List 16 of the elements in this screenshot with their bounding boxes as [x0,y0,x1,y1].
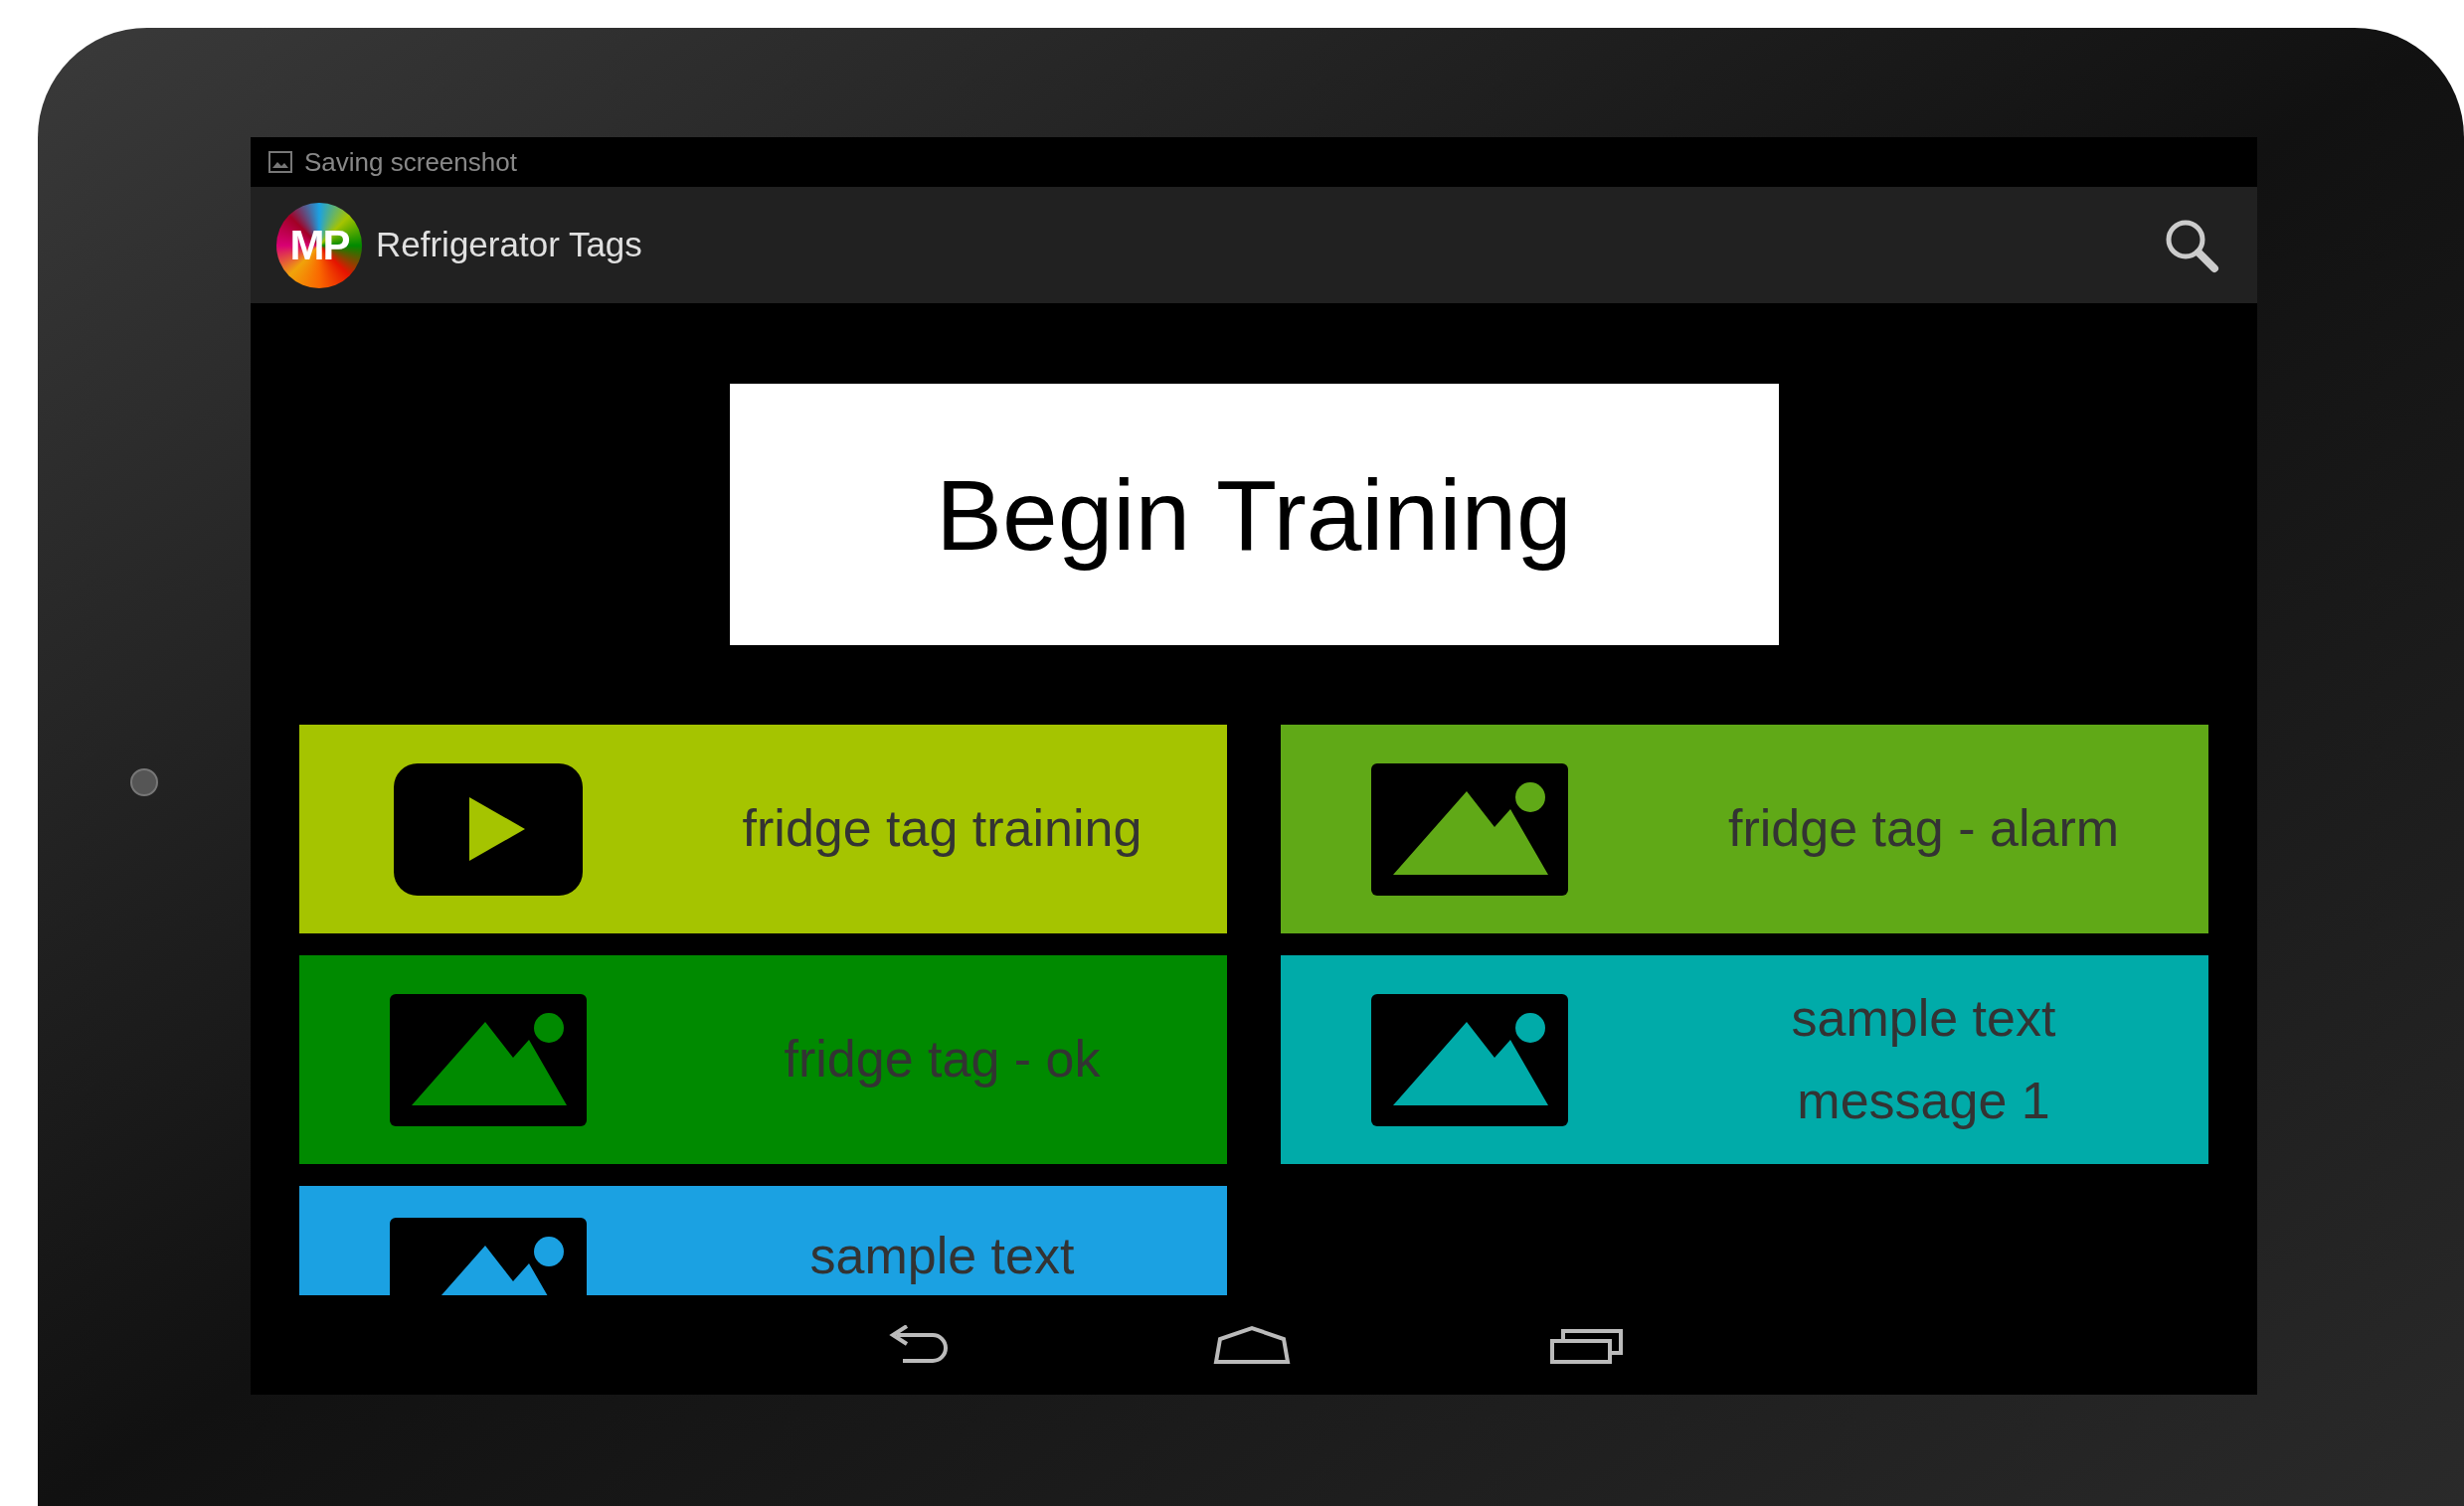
play-icon [394,762,583,896]
notification-text: Saving screenshot [304,145,517,179]
begin-training-button[interactable]: Begin Training [729,384,1779,645]
home-icon[interactable] [1213,1325,1291,1365]
image-icon [1371,762,1568,896]
tile-button[interactable]: sample text message 1 [1281,955,2208,1164]
tile-button[interactable]: fridge tag - ok [299,955,1227,1164]
tile-button[interactable]: fridge tag training [299,725,1227,933]
camera-icon [130,768,158,796]
image-icon [1371,993,1568,1126]
tile-button[interactable]: sample text [299,1186,1227,1295]
tile-button[interactable]: fridge tag - alarm [1281,725,2208,933]
image-icon [268,151,292,173]
app-title: Refrigerator Tags [376,224,642,266]
app-logo: MP [276,202,362,288]
image-icon [390,993,587,1126]
